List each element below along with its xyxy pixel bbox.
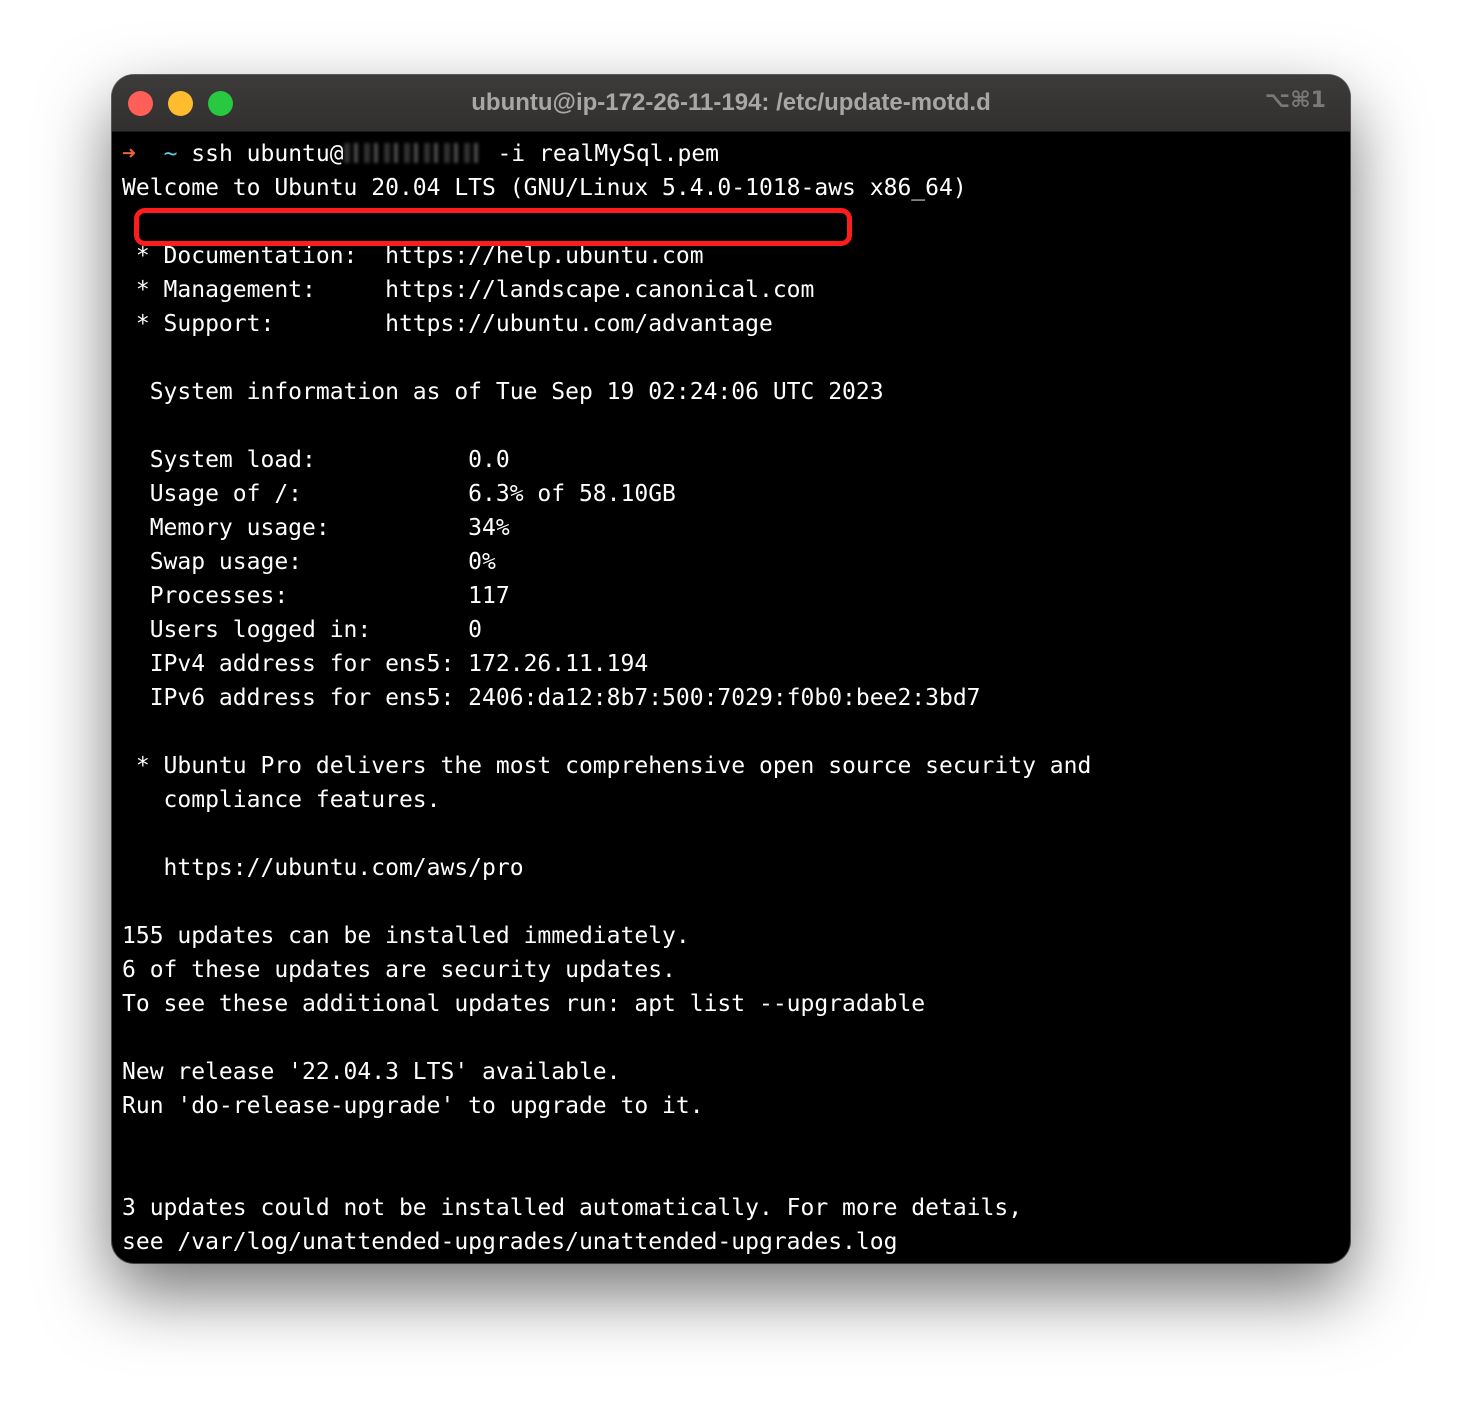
output-line: Welcome to Ubuntu 20.04 LTS (GNU/Linux 5… (122, 175, 967, 201)
output-line: 155 updates can be installed immediately… (122, 923, 690, 949)
window-shortcut: ⌥⌘1 (1264, 88, 1326, 113)
command-start: ssh ubuntu@ (191, 141, 344, 167)
output-line: 3 updates could not be installed automat… (122, 1195, 1023, 1221)
prompt-cwd: ~ (163, 141, 178, 167)
output-line: IPv4 address for ens5: 172.26.11.194 (122, 651, 649, 677)
window-title: ubuntu@ip-172-26-11-194: /etc/update-mot… (471, 89, 991, 116)
output-line: IPv6 address for ens5: 2406:da12:8b7:500… (122, 685, 981, 711)
output-line: Run 'do-release-upgrade' to upgrade to i… (122, 1093, 704, 1119)
command-end: -i realMySql.pem (483, 141, 720, 167)
output-line: System information as of Tue Sep 19 02:2… (122, 379, 884, 405)
output-lines: Welcome to Ubuntu 20.04 LTS (GNU/Linux 5… (122, 171, 1342, 1259)
output-line: New release '22.04.3 LTS' available. (122, 1059, 621, 1085)
terminal-output[interactable]: ➜ ~ ssh ubuntu@ -i realMySql.pem Welcome… (122, 137, 1342, 1259)
output-line: 6 of these updates are security updates. (122, 957, 676, 983)
redacted-host (343, 143, 484, 163)
output-line: compliance features. (122, 787, 441, 813)
output-line: Usage of /: 6.3% of 58.10GB (122, 481, 676, 507)
red-highlight-box (134, 208, 852, 246)
output-line: see /var/log/unattended-upgrades/unatten… (122, 1229, 898, 1255)
prompt-arrow-icon: ➜ (122, 141, 136, 167)
output-line: * Ubuntu Pro delivers the most comprehen… (122, 753, 1092, 779)
output-line: * Support: https://ubuntu.com/advantage (122, 311, 773, 337)
title-bar[interactable]: ubuntu@ip-172-26-11-194: /etc/update-mot… (112, 75, 1350, 132)
output-line: Processes: 117 (122, 583, 510, 609)
output-line: Swap usage: 0% (122, 549, 496, 575)
prompt-line: ➜ ~ ssh ubuntu@ -i realMySql.pem (122, 137, 1342, 171)
output-line: System load: 0.0 (122, 447, 510, 473)
output-line: https://ubuntu.com/aws/pro (122, 855, 524, 881)
output-line: Memory usage: 34% (122, 515, 510, 541)
output-line: Users logged in: 0 (122, 617, 483, 643)
terminal-window[interactable]: ubuntu@ip-172-26-11-194: /etc/update-mot… (112, 75, 1350, 1263)
output-line: * Management: https://landscape.canonica… (122, 277, 815, 303)
output-line: To see these additional updates run: apt… (122, 991, 926, 1017)
